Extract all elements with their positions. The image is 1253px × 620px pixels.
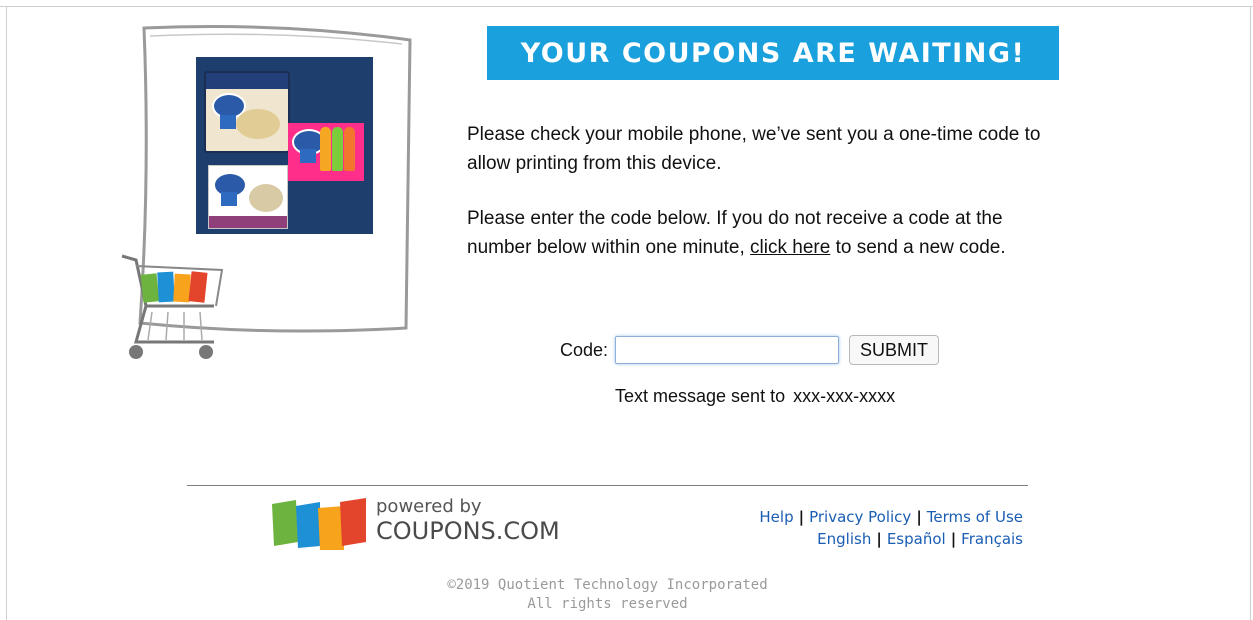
sent-notice: Text message sent to xxx-xxx-xxxx xyxy=(615,386,895,407)
product-image xyxy=(196,57,373,234)
powered-by-label: powered by xyxy=(376,496,482,517)
ice-cream-tub xyxy=(204,71,290,153)
submit-button[interactable]: SUBMIT xyxy=(849,335,940,365)
coupons-logo-icon xyxy=(272,498,366,550)
copyright-line-2: All rights reserved xyxy=(527,596,688,612)
instructions-paragraph-1: Please check your mobile phone, we’ve se… xyxy=(467,124,1041,174)
shopping-cart-icon xyxy=(121,254,224,359)
code-label: Code: xyxy=(560,339,609,360)
code-input[interactable] xyxy=(615,336,840,364)
code-form: Code: SUBMIT xyxy=(560,333,940,367)
frame-right-border xyxy=(1250,6,1251,620)
brand-name: COUPONS.COM xyxy=(376,517,560,545)
language-espanol-link[interactable]: Español xyxy=(887,530,946,548)
resend-code-link[interactable]: click here xyxy=(750,237,830,258)
instructions-paragraph-2: Please enter the code below. If you do n… xyxy=(467,204,1067,262)
footer-links-row-1: Help | Privacy Policy | Terms of Use xyxy=(759,506,1023,528)
link-separator: | xyxy=(916,508,922,526)
page-banner: YOUR COUPONS ARE WAITING! xyxy=(487,26,1059,80)
footer-divider xyxy=(187,485,1028,486)
link-separator: | xyxy=(876,530,882,548)
footer-links-row-2: English | Español | Français xyxy=(759,528,1023,550)
frame-top-border xyxy=(0,6,1253,7)
powered-by-text: powered by COUPONS.COM xyxy=(376,496,560,545)
footer-links: Help | Privacy Policy | Terms of Use English… xyxy=(759,506,1023,550)
instructions-text-end: to send a new code. xyxy=(835,237,1006,258)
ice-cream-box xyxy=(208,165,288,229)
phone-number: xxx-xxx-xxxx xyxy=(793,386,896,406)
popsicles xyxy=(320,127,360,175)
language-english-link[interactable]: English xyxy=(817,530,871,548)
sent-label: Text message sent to xyxy=(615,386,786,406)
link-separator: | xyxy=(950,530,957,548)
help-link[interactable]: Help xyxy=(759,508,793,526)
powered-by-logo: powered by COUPONS.COM xyxy=(270,498,570,554)
link-separator: | xyxy=(798,508,805,526)
frame-left-border xyxy=(6,6,7,620)
copyright: ©2019 Quotient Technology Incorporated A… xyxy=(0,576,1215,614)
terms-of-use-link[interactable]: Terms of Use xyxy=(927,508,1023,526)
privacy-policy-link[interactable]: Privacy Policy xyxy=(809,508,911,526)
copyright-line-1: ©2019 Quotient Technology Incorporated xyxy=(447,577,768,593)
language-francais-link[interactable]: Français xyxy=(961,530,1023,548)
